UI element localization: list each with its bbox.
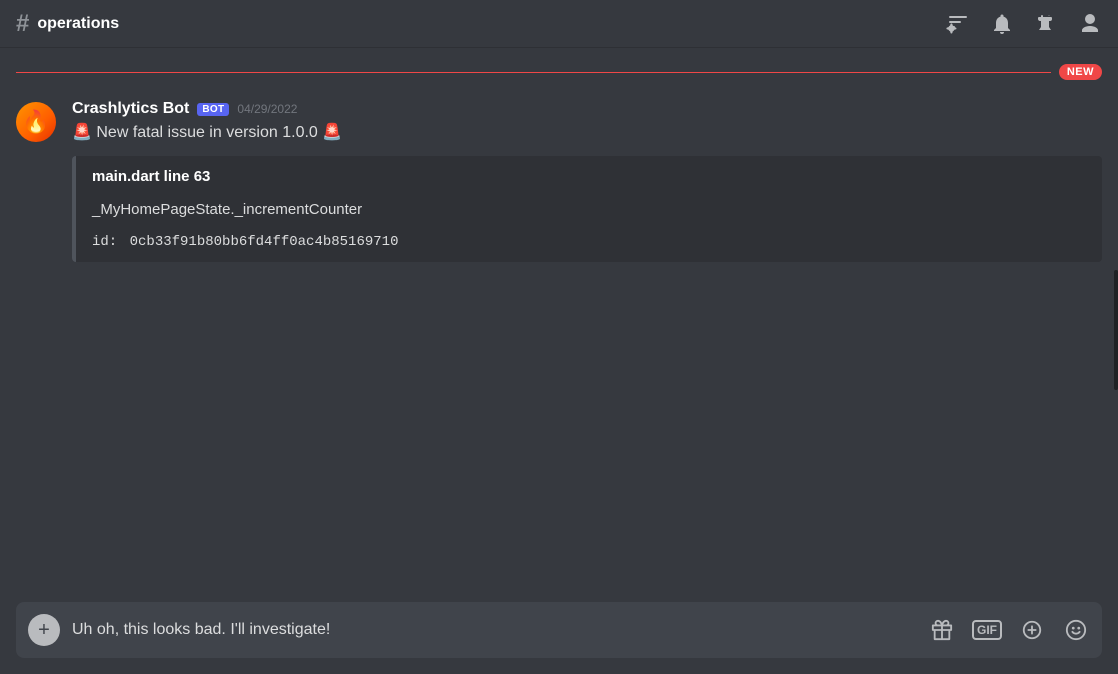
notification-bell-icon[interactable] bbox=[990, 12, 1014, 36]
plus-icon: + bbox=[38, 620, 50, 640]
message-author: Crashlytics Bot bbox=[72, 100, 189, 118]
embed-id: id: 0cb33f91b80bb6fd4ff0ac4b85169710 bbox=[92, 234, 1086, 250]
message-input[interactable] bbox=[60, 621, 928, 639]
channel-name: operations bbox=[37, 15, 119, 33]
message-content: Crashlytics Bot BOT 04/29/2022 🚨 New fat… bbox=[72, 100, 1102, 262]
embed-id-value: 0cb33f91b80bb6fd4ff0ac4b85169710 bbox=[130, 234, 399, 250]
header-icons bbox=[946, 12, 1102, 36]
message-timestamp: 04/29/2022 bbox=[237, 102, 297, 116]
pin-icon[interactable] bbox=[1034, 12, 1058, 36]
members-icon[interactable] bbox=[1078, 12, 1102, 36]
bot-badge: BOT bbox=[197, 103, 229, 116]
scrollbar-thumb[interactable] bbox=[1114, 270, 1118, 390]
input-right-icons: GIF bbox=[928, 616, 1090, 644]
message-item: 🔥 Crashlytics Bot BOT 04/29/2022 🚨 New f… bbox=[0, 96, 1118, 266]
messages-area: NEW 🔥 Crashlytics Bot BOT 04/29/2022 🚨 N… bbox=[0, 48, 1118, 602]
emoji-icon[interactable] bbox=[1062, 616, 1090, 644]
hash-icon: # bbox=[16, 12, 29, 36]
channel-header: # operations bbox=[0, 0, 1118, 48]
new-messages-divider: NEW bbox=[0, 64, 1118, 80]
input-area: + GIF bbox=[0, 602, 1118, 674]
embed-id-label: id: bbox=[92, 234, 117, 250]
add-attachment-button[interactable]: + bbox=[28, 614, 60, 646]
sticker-icon[interactable] bbox=[1018, 616, 1046, 644]
message-embed-block: main.dart line 63 _MyHomePageState._incr… bbox=[72, 156, 1102, 262]
threads-icon[interactable] bbox=[946, 12, 970, 36]
message-alert-text: 🚨 New fatal issue in version 1.0.0 🚨 bbox=[72, 122, 1102, 144]
message-input-container: + GIF bbox=[16, 602, 1102, 658]
gift-icon[interactable] bbox=[928, 616, 956, 644]
new-badge: NEW bbox=[1059, 64, 1102, 80]
gif-button[interactable]: GIF bbox=[972, 620, 1002, 640]
divider-line bbox=[16, 72, 1051, 73]
avatar: 🔥 bbox=[16, 102, 56, 142]
embed-title: main.dart line 63 bbox=[92, 168, 1086, 185]
message-header: Crashlytics Bot BOT 04/29/2022 bbox=[72, 100, 1102, 118]
scrollbar[interactable] bbox=[1110, 48, 1118, 602]
header-left: # operations bbox=[16, 12, 946, 36]
embed-method: _MyHomePageState._incrementCounter bbox=[92, 201, 1086, 218]
